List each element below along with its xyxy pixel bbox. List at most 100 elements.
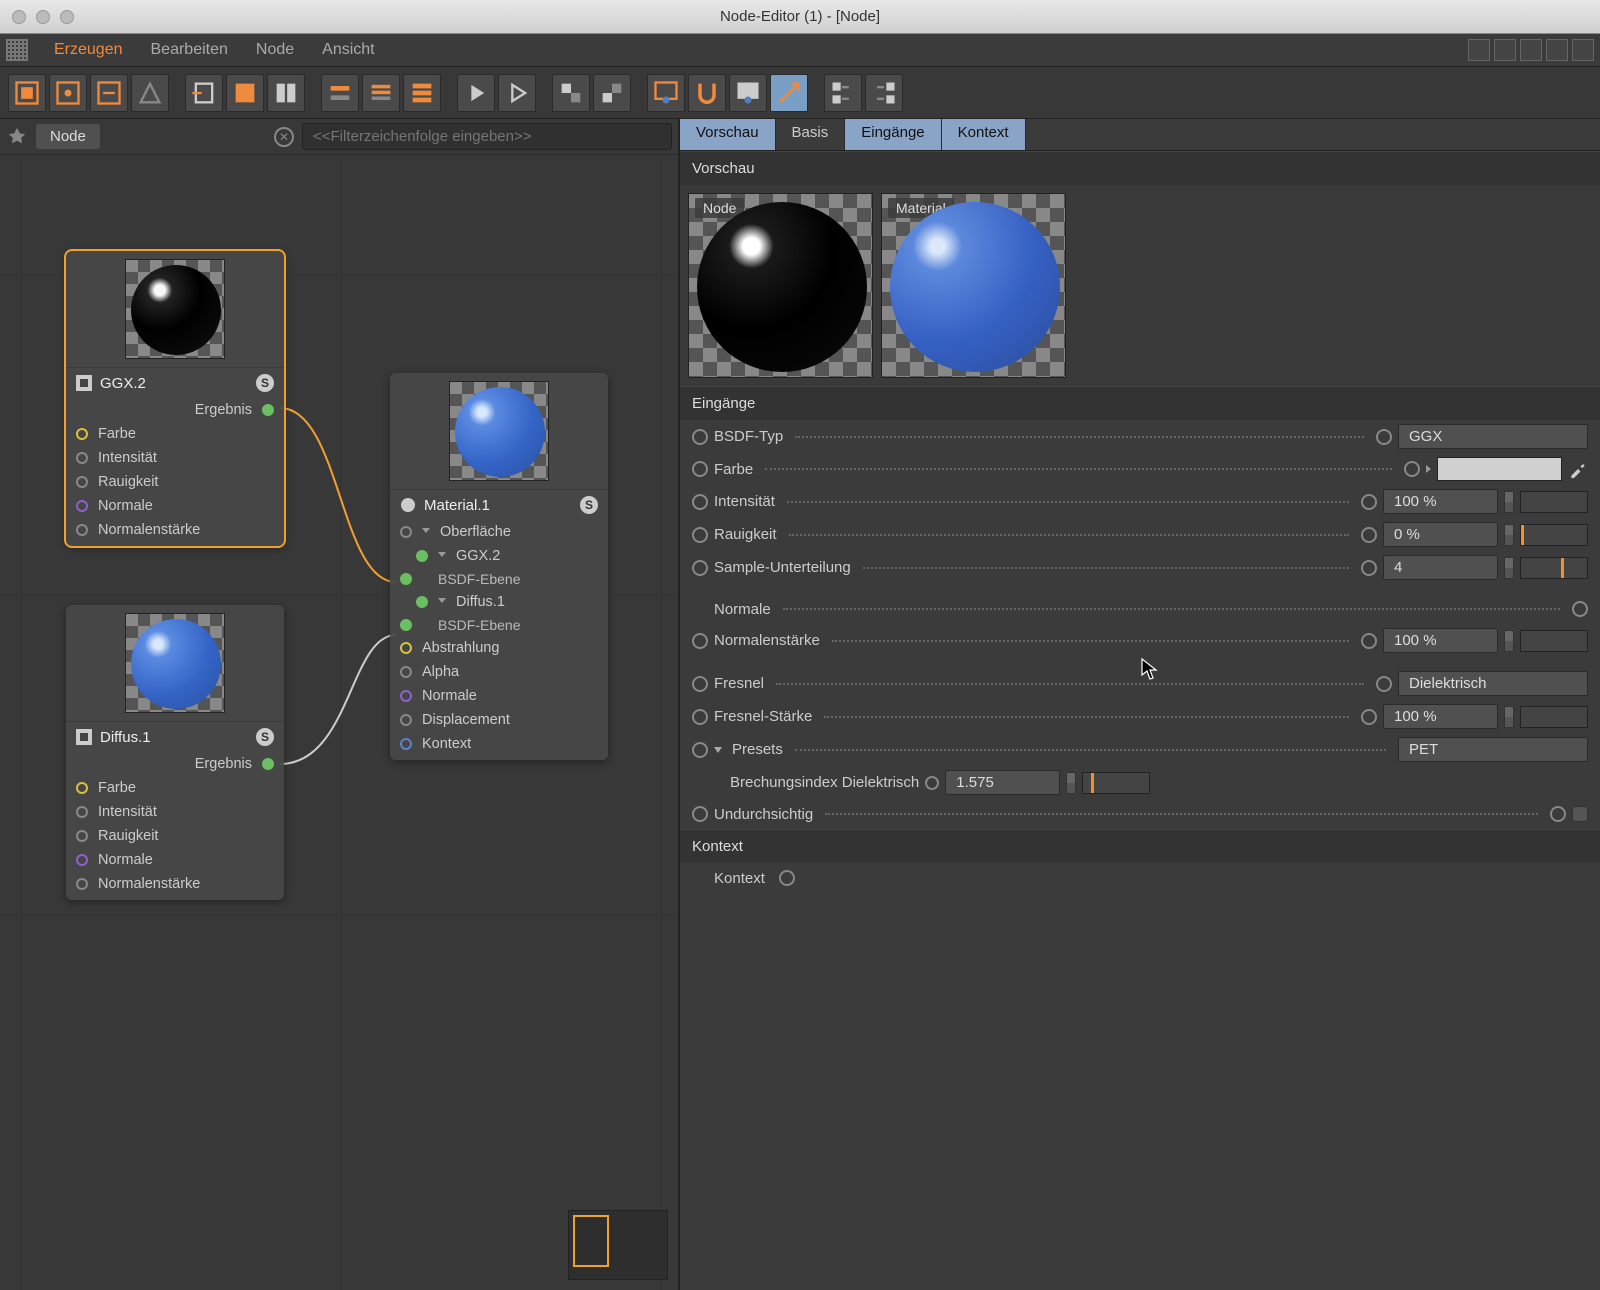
- lock-icon[interactable]: [1546, 39, 1568, 61]
- intensitaet-slider[interactable]: [1520, 491, 1588, 513]
- param-anim-toggle[interactable]: [692, 676, 708, 692]
- param-link-toggle[interactable]: [1361, 560, 1377, 576]
- menu-bearbeiten[interactable]: Bearbeiten: [137, 41, 242, 59]
- presets-dropdown[interactable]: PET: [1398, 737, 1588, 762]
- normalenstaerke-slider[interactable]: [1520, 630, 1588, 652]
- tool-rows-3[interactable]: [403, 74, 441, 112]
- tool-add-node-2[interactable]: [49, 74, 87, 112]
- breadcrumb-node[interactable]: Node: [36, 124, 100, 149]
- param-anim-toggle[interactable]: [692, 633, 708, 649]
- param-link-toggle[interactable]: [1376, 676, 1392, 692]
- param-link-toggle[interactable]: [1550, 806, 1566, 822]
- node-material1[interactable]: Material.1 S Oberfläche GGX.2 BSDF-Ebene…: [390, 373, 608, 760]
- input-port[interactable]: [400, 573, 412, 585]
- eyedropper-icon[interactable]: [1568, 459, 1588, 479]
- tool-play[interactable]: [457, 74, 495, 112]
- color-swatch[interactable]: [1437, 457, 1562, 481]
- add-panel-icon[interactable]: [1572, 39, 1594, 61]
- preview-node[interactable]: Node: [688, 193, 873, 378]
- param-link-toggle[interactable]: [1361, 527, 1377, 543]
- tool-triangle[interactable]: [131, 74, 169, 112]
- brechungsindex-slider[interactable]: [1082, 772, 1150, 794]
- normalenstaerke-field[interactable]: 100 %: [1383, 628, 1498, 653]
- bsdf-type-dropdown[interactable]: GGX: [1398, 424, 1588, 449]
- param-link-toggle[interactable]: [1404, 461, 1420, 477]
- minimap[interactable]: [568, 1210, 668, 1280]
- tool-magnet[interactable]: [688, 74, 726, 112]
- param-anim-toggle[interactable]: [692, 429, 708, 445]
- tab-vorschau[interactable]: Vorschau: [680, 119, 776, 150]
- input-port[interactable]: [76, 476, 88, 488]
- tool-group-1[interactable]: [552, 74, 590, 112]
- spinner[interactable]: [1504, 524, 1514, 546]
- tool-play-outline[interactable]: [498, 74, 536, 112]
- param-link-toggle[interactable]: [1572, 601, 1588, 617]
- tool-arrow-active[interactable]: [770, 74, 808, 112]
- expand-icon[interactable]: [1426, 465, 1431, 473]
- param-link-toggle[interactable]: [1361, 494, 1377, 510]
- layout-button-3[interactable]: [1520, 39, 1542, 61]
- tab-eingaenge[interactable]: Eingänge: [845, 119, 941, 150]
- input-port[interactable]: [76, 878, 88, 890]
- input-port[interactable]: [76, 782, 88, 794]
- input-port[interactable]: [76, 500, 88, 512]
- input-port[interactable]: [76, 806, 88, 818]
- input-port[interactable]: [76, 428, 88, 440]
- param-link-toggle[interactable]: [1361, 633, 1377, 649]
- pin-icon[interactable]: [6, 126, 28, 148]
- param-anim-toggle[interactable]: [692, 742, 708, 758]
- input-port[interactable]: [416, 596, 428, 608]
- tool-rows-1[interactable]: [321, 74, 359, 112]
- spinner[interactable]: [1504, 491, 1514, 513]
- rauigkeit-field[interactable]: 0 %: [1383, 522, 1498, 547]
- spinner[interactable]: [1504, 706, 1514, 728]
- output-port[interactable]: [262, 758, 274, 770]
- param-link-toggle[interactable]: [1376, 429, 1392, 445]
- input-port[interactable]: [416, 550, 428, 562]
- layout-button-1[interactable]: [1468, 39, 1490, 61]
- param-anim-toggle[interactable]: [692, 709, 708, 725]
- tool-add-node-3[interactable]: [90, 74, 128, 112]
- tool-group-2[interactable]: [593, 74, 631, 112]
- solo-badge-icon[interactable]: S: [580, 496, 598, 514]
- preview-material[interactable]: Material: [881, 193, 1066, 378]
- brechungsindex-field[interactable]: 1.575: [945, 770, 1060, 795]
- spinner[interactable]: [1504, 557, 1514, 579]
- minimize-window-icon[interactable]: [36, 10, 50, 24]
- rauigkeit-slider[interactable]: [1520, 524, 1588, 546]
- fresnel-staerke-slider[interactable]: [1520, 706, 1588, 728]
- undurchsichtig-checkbox[interactable]: [1572, 806, 1588, 822]
- node-ggx2[interactable]: GGX.2 S Ergebnis Farbe Intensität Rauigk…: [66, 251, 284, 546]
- param-link-toggle[interactable]: [1361, 709, 1377, 725]
- sample-field[interactable]: 4: [1383, 555, 1498, 580]
- app-grid-icon[interactable]: [6, 39, 28, 61]
- input-port[interactable]: [76, 830, 88, 842]
- clear-filter-icon[interactable]: ✕: [274, 127, 294, 147]
- tool-frame-eye-1[interactable]: [647, 74, 685, 112]
- tool-import[interactable]: [185, 74, 223, 112]
- tool-route-2[interactable]: [865, 74, 903, 112]
- param-anim-toggle[interactable]: [692, 527, 708, 543]
- menu-ansicht[interactable]: Ansicht: [308, 41, 388, 59]
- menu-erzeugen[interactable]: Erzeugen: [40, 41, 137, 59]
- input-port[interactable]: [400, 714, 412, 726]
- tool-export[interactable]: [226, 74, 264, 112]
- close-window-icon[interactable]: [12, 10, 26, 24]
- spinner[interactable]: [1066, 772, 1076, 794]
- intensitaet-field[interactable]: 100 %: [1383, 489, 1498, 514]
- input-port[interactable]: [400, 642, 412, 654]
- presets-collapse-icon[interactable]: [714, 747, 722, 753]
- input-port[interactable]: [76, 854, 88, 866]
- input-port[interactable]: [400, 690, 412, 702]
- input-port[interactable]: [400, 619, 412, 631]
- menu-node[interactable]: Node: [242, 41, 308, 59]
- fresnel-staerke-field[interactable]: 100 %: [1383, 704, 1498, 729]
- kontext-toggle[interactable]: [779, 870, 795, 886]
- layout-button-2[interactable]: [1494, 39, 1516, 61]
- param-anim-toggle[interactable]: [692, 806, 708, 822]
- solo-badge-icon[interactable]: S: [256, 374, 274, 392]
- zoom-window-icon[interactable]: [60, 10, 74, 24]
- tab-kontext[interactable]: Kontext: [942, 119, 1026, 150]
- tool-split[interactable]: [267, 74, 305, 112]
- param-anim-toggle[interactable]: [692, 461, 708, 477]
